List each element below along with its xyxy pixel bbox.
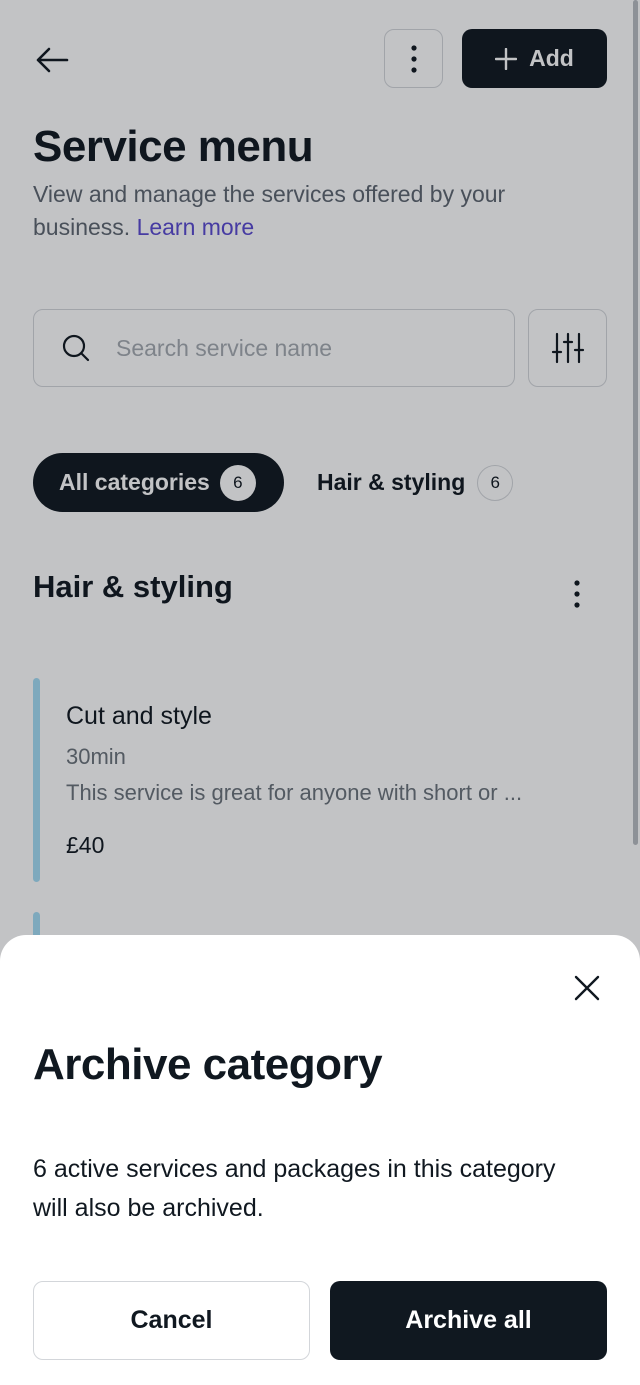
archive-all-button[interactable]: Archive all <box>330 1281 607 1360</box>
close-button[interactable] <box>566 967 608 1009</box>
dialog-title: Archive category <box>33 1040 383 1089</box>
cancel-button[interactable]: Cancel <box>33 1281 310 1360</box>
dialog-message: 6 active services and packages in this c… <box>33 1155 556 1222</box>
close-icon <box>574 975 600 1001</box>
